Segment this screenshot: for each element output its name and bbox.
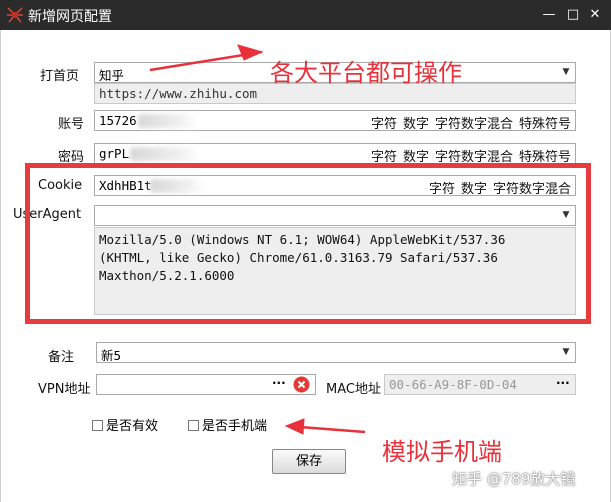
arrow-line (299, 425, 366, 434)
arrow-head (284, 418, 305, 435)
annotation-arrows (149, 44, 366, 435)
arrow-head (237, 44, 264, 61)
watermark: 知乎 @789放大镜 (452, 470, 576, 488)
